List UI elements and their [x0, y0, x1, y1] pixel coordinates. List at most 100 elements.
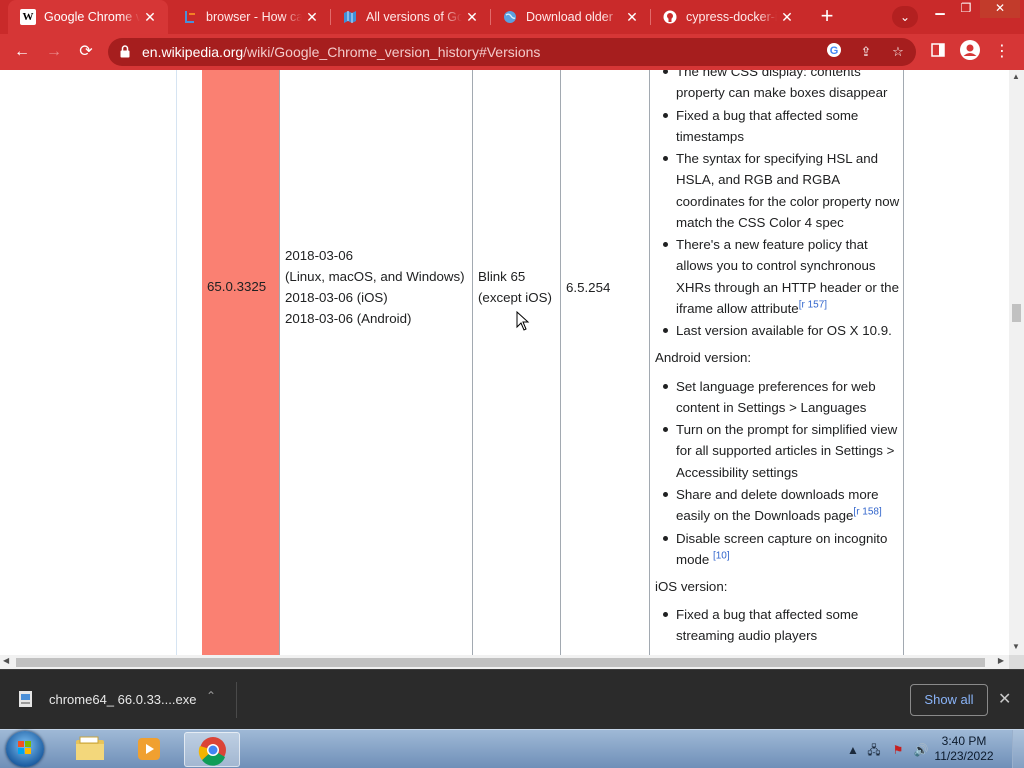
tab-title: Download older [526, 10, 613, 24]
browser-toolbar: ← → ⟳ en.wikipedia.org/wiki/Google_Chrom… [0, 34, 1024, 70]
ios-heading: iOS version: [655, 578, 728, 594]
share-icon[interactable]: ⇪ [856, 42, 876, 62]
show-hidden-icons-icon[interactable]: ▲ [845, 742, 861, 758]
scroll-thumb[interactable] [16, 658, 985, 667]
close-icon[interactable]: ✕ [140, 9, 160, 26]
window-close-button[interactable]: ✕ [980, 0, 1020, 18]
change-text: Set language preferences for web content… [676, 378, 876, 415]
side-panel-icon[interactable] [926, 40, 950, 64]
reference-link[interactable]: [r 158] [853, 507, 881, 518]
version-cell: 65.0.3325 [202, 70, 279, 655]
page-content: 65.0.3325 2018-03-06 (Linux, macOS, and … [0, 70, 1009, 655]
table-border [560, 70, 561, 655]
reference-link[interactable]: [r 157] [799, 299, 827, 310]
tab-title: All versions of Go [366, 10, 462, 24]
list-item: Set language preferences for web content… [655, 376, 901, 418]
installer-file-icon [19, 691, 32, 707]
restore-button[interactable]: ❐ [953, 0, 979, 18]
show-all-button[interactable]: Show all [910, 684, 988, 716]
tab-browser-how[interactable]: browser - How ca ✕ [170, 0, 330, 34]
media-player-icon[interactable] [122, 732, 178, 767]
url-path: /wiki/Google_Chrome_version_history#Vers… [243, 44, 541, 60]
menu-kebab-icon[interactable]: ⋮ [990, 40, 1014, 64]
new-tab-button[interactable]: + [814, 4, 840, 30]
clock-date: 11/23/2022 [934, 749, 994, 763]
start-button-icon[interactable] [6, 731, 44, 767]
list-item: Last version available for OS X 10.9. [655, 320, 901, 341]
change-text: Last version available for OS X 10.9. [676, 323, 892, 339]
list-item: Fixed a bug that affected some timestamp… [655, 105, 901, 147]
minimize-button[interactable]: ▁ [927, 0, 953, 18]
engine-cell: Blink 65 (except iOS) [478, 266, 552, 308]
bookmark-star-icon[interactable]: ☆ [888, 42, 908, 62]
close-icon[interactable]: ✕ [777, 9, 797, 26]
change-text: Fixed a bug that affected some timestamp… [676, 107, 859, 144]
android-heading: Android version: [655, 350, 752, 366]
scroll-up-arrow-icon[interactable]: ▲ [1012, 72, 1020, 81]
tab-search-button[interactable]: ⌄ [892, 6, 918, 28]
tab-all-versions[interactable]: All versions of Go ✕ [330, 0, 490, 34]
desktop-changes-list: The new CSS display: contents property c… [655, 70, 901, 341]
divider [236, 682, 237, 718]
svg-text:G: G [830, 45, 839, 57]
download-file-name[interactable]: chrome64_ 66.0.33....exe [49, 692, 196, 707]
back-arrow-icon[interactable]: ← [10, 40, 34, 64]
reload-icon[interactable]: ⟳ [74, 40, 98, 64]
change-text: Disable screen capture on incognito mode [676, 530, 888, 567]
list-item: Share and delete downloads more easily o… [655, 484, 901, 526]
v8-version-cell: 6.5.254 [566, 280, 611, 295]
tab-title: Google Chrome v [44, 10, 140, 24]
horizontal-scrollbar[interactable]: ◀ ▶ [0, 655, 1009, 669]
list-item: The syntax for specifying HSL and HSLA, … [655, 148, 901, 233]
action-center-icon[interactable]: ⚑ [890, 742, 906, 758]
scroll-left-arrow-icon[interactable]: ◀ [3, 656, 9, 665]
tab-title: cypress-docker-i [686, 10, 777, 24]
mouse-cursor-icon [516, 311, 530, 331]
tab-download-older[interactable]: Download older ✕ [490, 0, 650, 34]
tab-google-chrome-version[interactable]: W Google Chrome v ✕ [8, 0, 168, 34]
scroll-down-arrow-icon[interactable]: ▼ [1012, 642, 1020, 651]
show-desktop-button[interactable] [1012, 730, 1024, 768]
close-icon[interactable]: ✕ [302, 9, 322, 26]
lock-icon [120, 45, 130, 58]
version-number: 65.0.3325 [207, 279, 267, 294]
reference-link[interactable]: [10] [713, 550, 730, 561]
address-bar[interactable]: en.wikipedia.org/wiki/Google_Chrome_vers… [108, 38, 916, 66]
close-icon[interactable]: ✕ [462, 9, 482, 26]
column-border [176, 70, 177, 655]
table-border [649, 70, 650, 655]
ios-changes-list: Fixed a bug that affected some streaming… [655, 604, 901, 646]
list-item: There's a new feature policy that allows… [655, 234, 901, 319]
scroll-right-arrow-icon[interactable]: ▶ [998, 656, 1004, 665]
tab-cypress-docker[interactable]: cypress-docker-i ✕ [650, 0, 805, 34]
change-text: Share and delete downloads more easily o… [676, 486, 879, 524]
vertical-scrollbar[interactable]: ▲ ▼ [1009, 70, 1024, 655]
url-text: en.wikipedia.org/wiki/Google_Chrome_vers… [142, 44, 540, 60]
release-date-line: 2018-03-06 (Android) [285, 311, 412, 326]
close-icon[interactable]: ✕ [998, 689, 1011, 709]
taskbar-clock[interactable]: 3:40 PM 11/23/2022 [932, 734, 996, 764]
release-date-line: 2018-03-06 [285, 248, 354, 263]
scroll-thumb[interactable] [1012, 304, 1021, 322]
list-item: The new CSS display: contents property c… [655, 70, 901, 103]
change-text: Turn on the prompt for simplified view f… [676, 422, 898, 480]
windows-taskbar: ▲ 🖧 ⚑ 🔊 3:40 PM 11/23/2022 [0, 729, 1024, 768]
release-date-line: 2018-03-06 (iOS) [285, 290, 388, 305]
file-explorer-icon[interactable] [62, 732, 118, 767]
release-date-line: (Linux, macOS, and Windows) [285, 269, 465, 284]
google-lens-icon[interactable]: G [824, 42, 844, 62]
network-icon[interactable]: 🖧 [866, 742, 882, 758]
forward-arrow-icon[interactable]: → [42, 40, 66, 64]
close-icon[interactable]: ✕ [622, 9, 642, 26]
change-text: The syntax for specifying HSL and HSLA, … [676, 151, 900, 230]
github-icon [662, 9, 678, 25]
chevron-up-icon[interactable]: ⌃ [206, 689, 216, 703]
scrollbar-corner [1009, 655, 1024, 669]
profile-avatar[interactable] [958, 40, 982, 64]
table-border [279, 70, 280, 655]
volume-icon[interactable]: 🔊 [913, 742, 929, 758]
chrome-taskbar-icon[interactable] [184, 732, 240, 767]
globe-icon [502, 9, 518, 25]
map-icon [342, 9, 358, 25]
list-item: Turn on the prompt for simplified view f… [655, 419, 901, 483]
